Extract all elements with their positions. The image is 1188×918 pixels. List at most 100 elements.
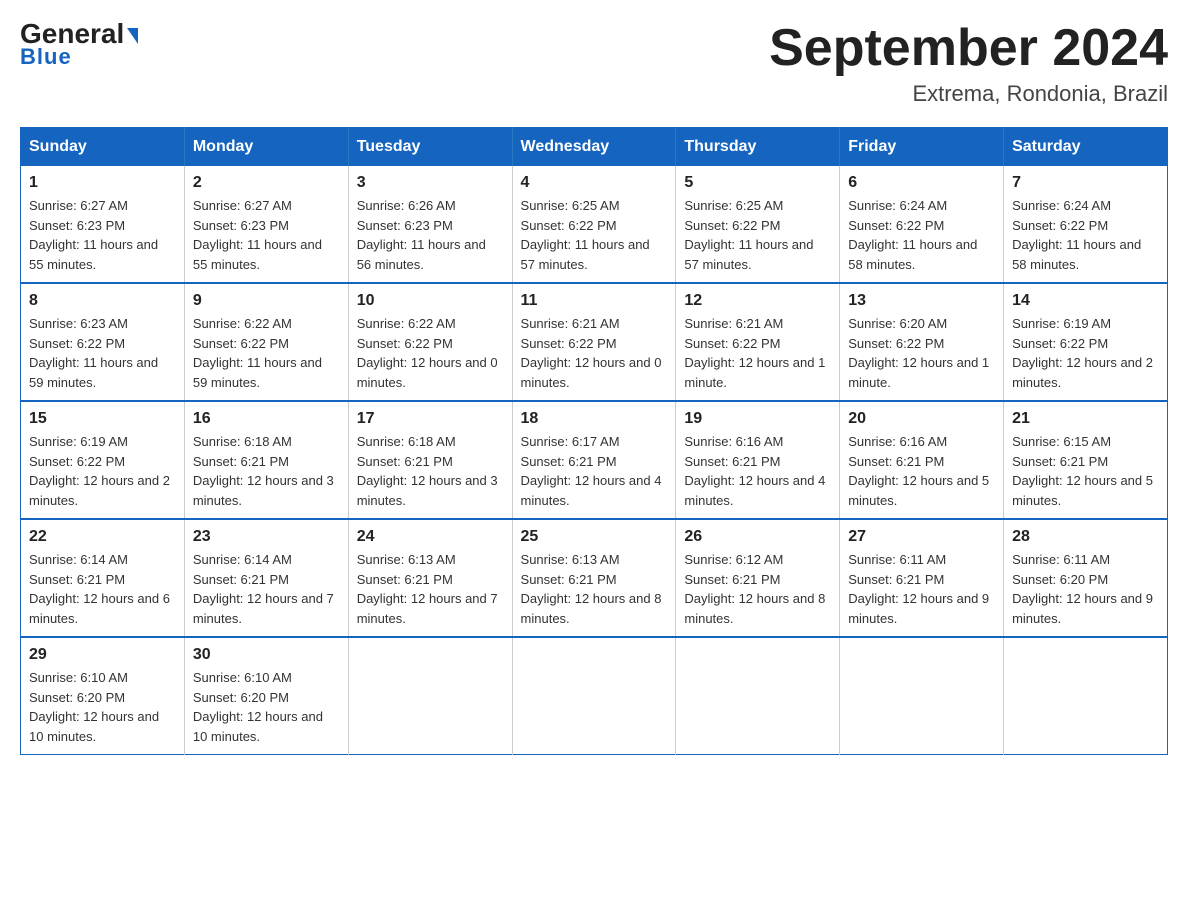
day-info: Sunrise: 6:16 AMSunset: 6:21 PMDaylight:… <box>848 432 995 510</box>
calendar-day-cell: 7 Sunrise: 6:24 AMSunset: 6:22 PMDaylight… <box>1004 166 1168 283</box>
day-of-week-header: Monday <box>184 128 348 167</box>
day-number: 4 <box>521 174 668 192</box>
day-of-week-header: Thursday <box>676 128 840 167</box>
day-info: Sunrise: 6:18 AMSunset: 6:21 PMDaylight:… <box>193 432 340 510</box>
day-number: 30 <box>193 646 340 664</box>
calendar-day-cell: 29 Sunrise: 6:10 AMSunset: 6:20 PMDayligh… <box>21 637 185 755</box>
day-number: 18 <box>521 410 668 428</box>
day-number: 2 <box>193 174 340 192</box>
day-number: 17 <box>357 410 504 428</box>
calendar-day-cell: 22Sunrise: 6:14 AMSunset: 6:21 PMDayligh… <box>21 519 185 637</box>
day-number: 16 <box>193 410 340 428</box>
calendar-day-cell: 24 Sunrise: 6:13 AMSunset: 6:21 PMDayligh… <box>348 519 512 637</box>
day-number: 7 <box>1012 174 1159 192</box>
logo: General Blue <box>20 20 138 70</box>
calendar-week-row: 8Sunrise: 6:23 AMSunset: 6:22 PMDaylight… <box>21 283 1168 401</box>
day-number: 19 <box>684 410 831 428</box>
day-number: 6 <box>848 174 995 192</box>
day-number: 13 <box>848 292 995 310</box>
page-header: General Blue September 2024 Extrema, Ron… <box>20 20 1168 107</box>
day-info: Sunrise: 6:13 AMSunset: 6:21 PMDaylight:… <box>521 550 668 628</box>
calendar-day-cell: 26 Sunrise: 6:12 AMSunset: 6:21 PMDayligh… <box>676 519 840 637</box>
day-info: Sunrise: 6:27 AMSunset: 6:23 PMDaylight:… <box>29 196 176 274</box>
day-number: 25 <box>521 528 668 546</box>
day-of-week-header: Tuesday <box>348 128 512 167</box>
day-of-week-header: Wednesday <box>512 128 676 167</box>
calendar-day-cell: 15 Sunrise: 6:19 AMSunset: 6:22 PMDayligh… <box>21 401 185 519</box>
day-info: Sunrise: 6:22 AMSunset: 6:22 PMDaylight:… <box>357 314 504 392</box>
calendar-day-cell: 28 Sunrise: 6:11 AMSunset: 6:20 PMDayligh… <box>1004 519 1168 637</box>
day-number: 27 <box>848 528 995 546</box>
calendar-day-cell: 10 Sunrise: 6:22 AMSunset: 6:22 PMDayligh… <box>348 283 512 401</box>
day-info: Sunrise: 6:18 AMSunset: 6:21 PMDaylight:… <box>357 432 504 510</box>
day-info: Sunrise: 6:15 AMSunset: 6:21 PMDaylight:… <box>1012 432 1159 510</box>
day-number: 23 <box>193 528 340 546</box>
calendar-day-cell <box>676 637 840 755</box>
calendar-day-cell: 12Sunrise: 6:21 AMSunset: 6:22 PMDayligh… <box>676 283 840 401</box>
day-info: Sunrise: 6:11 AMSunset: 6:20 PMDaylight:… <box>1012 550 1159 628</box>
calendar-day-cell: 17 Sunrise: 6:18 AMSunset: 6:21 PMDayligh… <box>348 401 512 519</box>
day-info: Sunrise: 6:10 AMSunset: 6:20 PMDaylight:… <box>29 668 176 746</box>
day-info: Sunrise: 6:21 AMSunset: 6:22 PMDaylight:… <box>521 314 668 392</box>
calendar-week-row: 1 Sunrise: 6:27 AMSunset: 6:23 PMDaylight… <box>21 166 1168 283</box>
day-number: 26 <box>684 528 831 546</box>
calendar-day-cell: 16 Sunrise: 6:18 AMSunset: 6:21 PMDayligh… <box>184 401 348 519</box>
calendar-day-cell: 18 Sunrise: 6:17 AMSunset: 6:21 PMDayligh… <box>512 401 676 519</box>
calendar-day-cell: 14 Sunrise: 6:19 AMSunset: 6:22 PMDayligh… <box>1004 283 1168 401</box>
day-info: Sunrise: 6:13 AMSunset: 6:21 PMDaylight:… <box>357 550 504 628</box>
calendar-day-cell: 20 Sunrise: 6:16 AMSunset: 6:21 PMDayligh… <box>840 401 1004 519</box>
day-number: 14 <box>1012 292 1159 310</box>
page-title: September 2024 <box>769 20 1168 77</box>
day-info: Sunrise: 6:12 AMSunset: 6:21 PMDaylight:… <box>684 550 831 628</box>
calendar-day-cell: 3 Sunrise: 6:26 AMSunset: 6:23 PMDaylight… <box>348 166 512 283</box>
calendar-day-cell: 13 Sunrise: 6:20 AMSunset: 6:22 PMDayligh… <box>840 283 1004 401</box>
day-number: 20 <box>848 410 995 428</box>
calendar-day-cell: 30 Sunrise: 6:10 AMSunset: 6:20 PMDayligh… <box>184 637 348 755</box>
day-info: Sunrise: 6:17 AMSunset: 6:21 PMDaylight:… <box>521 432 668 510</box>
calendar-week-row: 15 Sunrise: 6:19 AMSunset: 6:22 PMDayligh… <box>21 401 1168 519</box>
day-info: Sunrise: 6:20 AMSunset: 6:22 PMDaylight:… <box>848 314 995 392</box>
day-info: Sunrise: 6:19 AMSunset: 6:22 PMDaylight:… <box>1012 314 1159 392</box>
logo-blue: Blue <box>20 44 72 70</box>
day-info: Sunrise: 6:27 AMSunset: 6:23 PMDaylight:… <box>193 196 340 274</box>
calendar-day-cell <box>1004 637 1168 755</box>
day-number: 28 <box>1012 528 1159 546</box>
day-number: 1 <box>29 174 176 192</box>
calendar-day-cell: 8Sunrise: 6:23 AMSunset: 6:22 PMDaylight… <box>21 283 185 401</box>
day-of-week-header: Saturday <box>1004 128 1168 167</box>
calendar-day-cell: 2 Sunrise: 6:27 AMSunset: 6:23 PMDaylight… <box>184 166 348 283</box>
day-info: Sunrise: 6:24 AMSunset: 6:22 PMDaylight:… <box>1012 196 1159 274</box>
calendar-header-row: SundayMondayTuesdayWednesdayThursdayFrid… <box>21 128 1168 167</box>
calendar-day-cell: 11 Sunrise: 6:21 AMSunset: 6:22 PMDayligh… <box>512 283 676 401</box>
day-of-week-header: Friday <box>840 128 1004 167</box>
day-info: Sunrise: 6:26 AMSunset: 6:23 PMDaylight:… <box>357 196 504 274</box>
calendar-day-cell: 27 Sunrise: 6:11 AMSunset: 6:21 PMDayligh… <box>840 519 1004 637</box>
day-info: Sunrise: 6:11 AMSunset: 6:21 PMDaylight:… <box>848 550 995 628</box>
day-info: Sunrise: 6:10 AMSunset: 6:20 PMDaylight:… <box>193 668 340 746</box>
day-info: Sunrise: 6:23 AMSunset: 6:22 PMDaylight:… <box>29 314 176 392</box>
page-subtitle: Extrema, Rondonia, Brazil <box>769 81 1168 107</box>
calendar-week-row: 29 Sunrise: 6:10 AMSunset: 6:20 PMDayligh… <box>21 637 1168 755</box>
day-number: 10 <box>357 292 504 310</box>
day-info: Sunrise: 6:21 AMSunset: 6:22 PMDaylight:… <box>684 314 831 392</box>
calendar-day-cell: 25 Sunrise: 6:13 AMSunset: 6:21 PMDayligh… <box>512 519 676 637</box>
day-number: 15 <box>29 410 176 428</box>
day-number: 3 <box>357 174 504 192</box>
day-info: Sunrise: 6:25 AMSunset: 6:22 PMDaylight:… <box>684 196 831 274</box>
day-number: 11 <box>521 292 668 310</box>
day-info: Sunrise: 6:19 AMSunset: 6:22 PMDaylight:… <box>29 432 176 510</box>
calendar-day-cell: 23 Sunrise: 6:14 AMSunset: 6:21 PMDayligh… <box>184 519 348 637</box>
day-info: Sunrise: 6:25 AMSunset: 6:22 PMDaylight:… <box>521 196 668 274</box>
day-number: 5 <box>684 174 831 192</box>
day-info: Sunrise: 6:14 AMSunset: 6:21 PMDaylight:… <box>29 550 176 628</box>
calendar-day-cell: 9Sunrise: 6:22 AMSunset: 6:22 PMDaylight… <box>184 283 348 401</box>
calendar-table: SundayMondayTuesdayWednesdayThursdayFrid… <box>20 127 1168 755</box>
day-number: 21 <box>1012 410 1159 428</box>
calendar-day-cell <box>840 637 1004 755</box>
title-area: September 2024 Extrema, Rondonia, Brazil <box>769 20 1168 107</box>
day-of-week-header: Sunday <box>21 128 185 167</box>
day-number: 24 <box>357 528 504 546</box>
day-info: Sunrise: 6:14 AMSunset: 6:21 PMDaylight:… <box>193 550 340 628</box>
calendar-day-cell <box>348 637 512 755</box>
day-number: 29 <box>29 646 176 664</box>
